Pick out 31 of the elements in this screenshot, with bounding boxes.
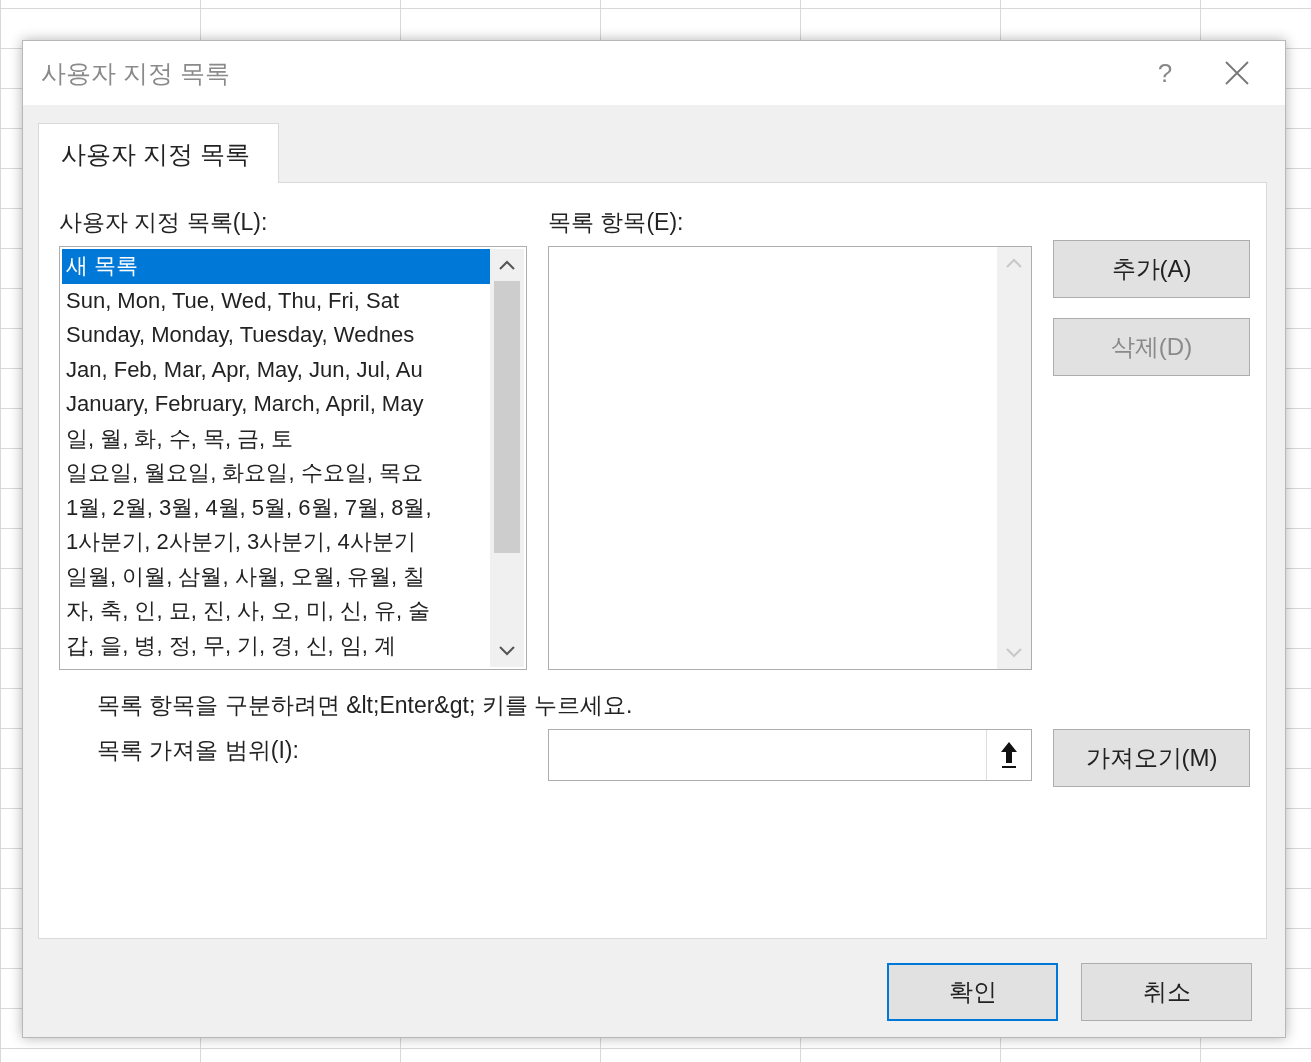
field-label: 사용자 지정 목록(L): xyxy=(59,208,269,237)
field-label: 목록 항목(E): xyxy=(548,208,685,237)
scrollbar[interactable] xyxy=(490,249,524,667)
help-button[interactable]: ? xyxy=(1145,57,1185,89)
field-label: 목록 가져올 범위(I): xyxy=(96,736,300,765)
list-item[interactable]: 일요일, 월요일, 화요일, 수요일, 목요 xyxy=(62,456,490,491)
import-button[interactable]: 가져오기(M) xyxy=(1053,729,1250,787)
list-item[interactable]: 1사분기, 2사분기, 3사분기, 4사분기 xyxy=(62,525,490,560)
upload-arrow-icon[interactable] xyxy=(1000,741,1018,769)
window-title: 사용자 지정 목록 xyxy=(41,57,231,89)
scroll-thumb[interactable] xyxy=(494,281,520,553)
hint-text: 목록 항목을 구분하려면 &lt;Enter&gt; 키를 누르세요. xyxy=(97,691,634,720)
action-button[interactable]: 추가(A) xyxy=(1053,240,1250,298)
list-item[interactable]: Jan, Feb, Mar, Apr, May, Jun, Jul, Au xyxy=(62,352,490,387)
range-input-field[interactable] xyxy=(548,729,1032,781)
list-item[interactable]: 1월, 2월, 3월, 4월, 5월, 6월, 7월, 8월, xyxy=(62,490,490,525)
list-item[interactable]: 일월, 이월, 삼월, 사월, 오월, 유월, 칠 xyxy=(62,559,490,594)
list-item[interactable]: 새 목록 xyxy=(62,249,490,284)
list-item[interactable]: 일, 월, 화, 수, 목, 금, 토 xyxy=(62,421,490,456)
dialog-button[interactable]: 취소 xyxy=(1081,963,1252,1021)
custom-list-box[interactable] xyxy=(59,246,527,670)
list-item[interactable]: 자, 축, 인, 묘, 진, 사, 오, 미, 신, 유, 술 xyxy=(62,594,490,629)
list-item[interactable]: Sunday, Monday, Tuesday, Wednes xyxy=(62,318,490,353)
list-item[interactable]: January, February, March, April, May xyxy=(62,387,490,422)
close-icon[interactable] xyxy=(1225,61,1249,85)
scroll-down-icon[interactable] xyxy=(498,645,516,657)
scroll-up-icon[interactable] xyxy=(498,259,516,271)
list-item[interactable]: 갑, 을, 병, 정, 무, 기, 경, 신, 임, 계 xyxy=(62,628,490,663)
tab[interactable]: 사용자 지정 목록 xyxy=(38,123,279,183)
dialog-button[interactable]: 확인 xyxy=(887,963,1058,1021)
list-item[interactable]: Sun, Mon, Tue, Wed, Thu, Fri, Sat xyxy=(62,283,490,318)
